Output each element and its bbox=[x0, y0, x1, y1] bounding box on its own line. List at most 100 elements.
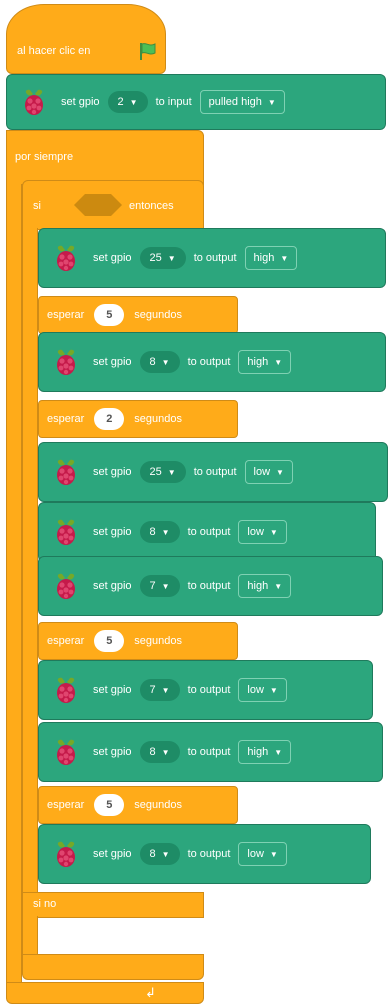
raspberry-pi-icon bbox=[57, 841, 75, 867]
mode-label: to output bbox=[193, 252, 237, 264]
set-gpio-output-block[interactable]: set gpio 8 ▼ to output high ▼ bbox=[38, 332, 386, 392]
set-gpio-output-block[interactable]: set gpio 25 ▼ to output high ▼ bbox=[38, 228, 386, 288]
forever-loop-arm bbox=[6, 184, 22, 990]
output-level-dropdown[interactable]: low ▼ bbox=[238, 520, 287, 544]
if-else-top[interactable]: si entonces bbox=[22, 180, 204, 230]
dropdown-caret-icon: ▼ bbox=[167, 467, 176, 477]
raspberry-pi-icon bbox=[57, 677, 75, 703]
else-arm bbox=[22, 916, 38, 956]
output-level-dropdown[interactable]: high ▼ bbox=[238, 740, 292, 764]
mode-label: to output bbox=[187, 684, 231, 696]
dropdown-caret-icon: ▼ bbox=[167, 253, 176, 263]
dropdown-caret-icon: ▼ bbox=[161, 747, 170, 757]
forever-loop-bottom: ↲ bbox=[6, 982, 204, 1004]
set-gpio-output-block[interactable]: set gpio 8 ▼ to output low ▼ bbox=[38, 824, 371, 884]
dropdown-caret-icon: ▼ bbox=[274, 357, 283, 367]
gpio-pin-dropdown[interactable]: 8 ▼ bbox=[139, 741, 180, 763]
set-gpio-label: set gpio bbox=[93, 466, 132, 478]
forever-label: por siempre bbox=[15, 151, 74, 163]
mode-label: to output bbox=[187, 526, 231, 538]
wait-seconds-block[interactable]: esperar 5 segundos bbox=[38, 622, 238, 660]
set-gpio-input-block[interactable]: set gpio 2 ▼ to input pulled high ▼ bbox=[6, 74, 386, 130]
dropdown-caret-icon: ▼ bbox=[274, 581, 283, 591]
set-gpio-output-block[interactable]: set gpio 8 ▼ to output low ▼ bbox=[38, 502, 376, 562]
gpio-pin-dropdown[interactable]: 8 ▼ bbox=[139, 521, 180, 543]
seconds-unit-label: segundos bbox=[134, 309, 183, 321]
seconds-input[interactable]: 5 bbox=[94, 794, 125, 816]
raspberry-pi-icon bbox=[57, 349, 75, 375]
mode-label: to output bbox=[187, 746, 231, 758]
wait-seconds-block[interactable]: esperar 2 segundos bbox=[38, 400, 238, 438]
gpio-pin-dropdown[interactable]: 8 ▼ bbox=[139, 351, 180, 373]
dropdown-caret-icon: ▼ bbox=[161, 357, 170, 367]
dropdown-caret-icon: ▼ bbox=[274, 747, 283, 757]
output-level-dropdown[interactable]: low ▼ bbox=[238, 842, 287, 866]
dropdown-caret-icon: ▼ bbox=[161, 685, 170, 695]
output-level-dropdown[interactable]: high ▼ bbox=[238, 574, 292, 598]
dropdown-caret-icon: ▼ bbox=[280, 253, 289, 263]
dropdown-caret-icon: ▼ bbox=[269, 685, 278, 695]
set-gpio-label: set gpio bbox=[93, 746, 132, 758]
set-gpio-label: set gpio bbox=[93, 526, 132, 538]
gpio-pin-dropdown[interactable]: 8 ▼ bbox=[139, 843, 180, 865]
dropdown-caret-icon: ▼ bbox=[129, 97, 138, 107]
set-gpio-output-block[interactable]: set gpio 8 ▼ to output high ▼ bbox=[38, 722, 383, 782]
dropdown-caret-icon: ▼ bbox=[276, 467, 284, 477]
mode-label: to output bbox=[187, 580, 231, 592]
else-empty-slot[interactable] bbox=[38, 924, 108, 952]
seconds-unit-label: segundos bbox=[134, 799, 183, 811]
mode-label: to input bbox=[155, 96, 192, 108]
dropdown-caret-icon: ▼ bbox=[161, 527, 170, 537]
forever-loop-top[interactable]: por siempre bbox=[6, 130, 204, 185]
raspberry-pi-icon bbox=[57, 459, 75, 485]
seconds-unit-label: segundos bbox=[134, 635, 183, 647]
then-label: entonces bbox=[129, 200, 174, 212]
output-level-dropdown[interactable]: high ▼ bbox=[244, 246, 298, 270]
set-gpio-label: set gpio bbox=[93, 356, 132, 368]
gpio-pin-dropdown[interactable]: 7 ▼ bbox=[139, 679, 180, 701]
gpio-pin-dropdown[interactable]: 25 ▼ bbox=[139, 461, 186, 483]
gpio-pin-dropdown[interactable]: 2 ▼ bbox=[107, 91, 148, 113]
dropdown-caret-icon: ▼ bbox=[267, 97, 276, 107]
input-pull-dropdown[interactable]: pulled high ▼ bbox=[199, 90, 285, 114]
mode-label: to output bbox=[193, 466, 237, 478]
wait-label: esperar bbox=[47, 635, 85, 647]
output-level-dropdown[interactable]: high ▼ bbox=[238, 350, 292, 374]
output-level-dropdown[interactable]: low ▼ bbox=[244, 460, 293, 484]
set-gpio-label: set gpio bbox=[93, 580, 132, 592]
raspberry-pi-icon bbox=[57, 573, 75, 599]
set-gpio-label: set gpio bbox=[61, 96, 100, 108]
set-gpio-label: set gpio bbox=[93, 848, 132, 860]
raspberry-pi-icon bbox=[25, 89, 43, 115]
set-gpio-output-block[interactable]: set gpio 7 ▼ to output low ▼ bbox=[38, 660, 373, 720]
wait-seconds-block[interactable]: esperar 5 segundos bbox=[38, 786, 238, 824]
if-else-bottom bbox=[22, 954, 204, 980]
else-bar[interactable]: si no bbox=[22, 892, 204, 918]
raspberry-pi-icon bbox=[57, 739, 75, 765]
hat-label: al hacer clic en bbox=[17, 45, 91, 57]
set-gpio-output-block[interactable]: set gpio 7 ▼ to output high ▼ bbox=[38, 556, 383, 616]
else-label: si no bbox=[33, 898, 57, 910]
seconds-input[interactable]: 5 bbox=[94, 630, 125, 652]
if-arm bbox=[22, 228, 38, 894]
dropdown-caret-icon: ▼ bbox=[269, 849, 278, 859]
boolean-slot[interactable] bbox=[73, 193, 123, 217]
mode-label: to output bbox=[187, 848, 231, 860]
wait-seconds-block[interactable]: esperar 5 segundos bbox=[38, 296, 238, 334]
raspberry-pi-icon bbox=[57, 245, 75, 271]
when-flag-clicked-hat[interactable]: al hacer clic en bbox=[6, 4, 166, 74]
set-gpio-output-block[interactable]: set gpio 25 ▼ to output low ▼ bbox=[38, 442, 388, 502]
output-level-dropdown[interactable]: low ▼ bbox=[238, 678, 287, 702]
gpio-pin-dropdown[interactable]: 7 ▼ bbox=[139, 575, 180, 597]
dropdown-caret-icon: ▼ bbox=[269, 527, 278, 537]
loop-arrow-icon: ↲ bbox=[145, 985, 156, 1000]
gpio-pin-dropdown[interactable]: 25 ▼ bbox=[139, 247, 186, 269]
wait-label: esperar bbox=[47, 309, 85, 321]
seconds-input[interactable]: 2 bbox=[94, 408, 125, 430]
set-gpio-label: set gpio bbox=[93, 252, 132, 264]
seconds-input[interactable]: 5 bbox=[94, 304, 125, 326]
mode-label: to output bbox=[187, 356, 231, 368]
wait-label: esperar bbox=[47, 799, 85, 811]
seconds-unit-label: segundos bbox=[134, 413, 183, 425]
green-flag-icon bbox=[140, 43, 156, 60]
